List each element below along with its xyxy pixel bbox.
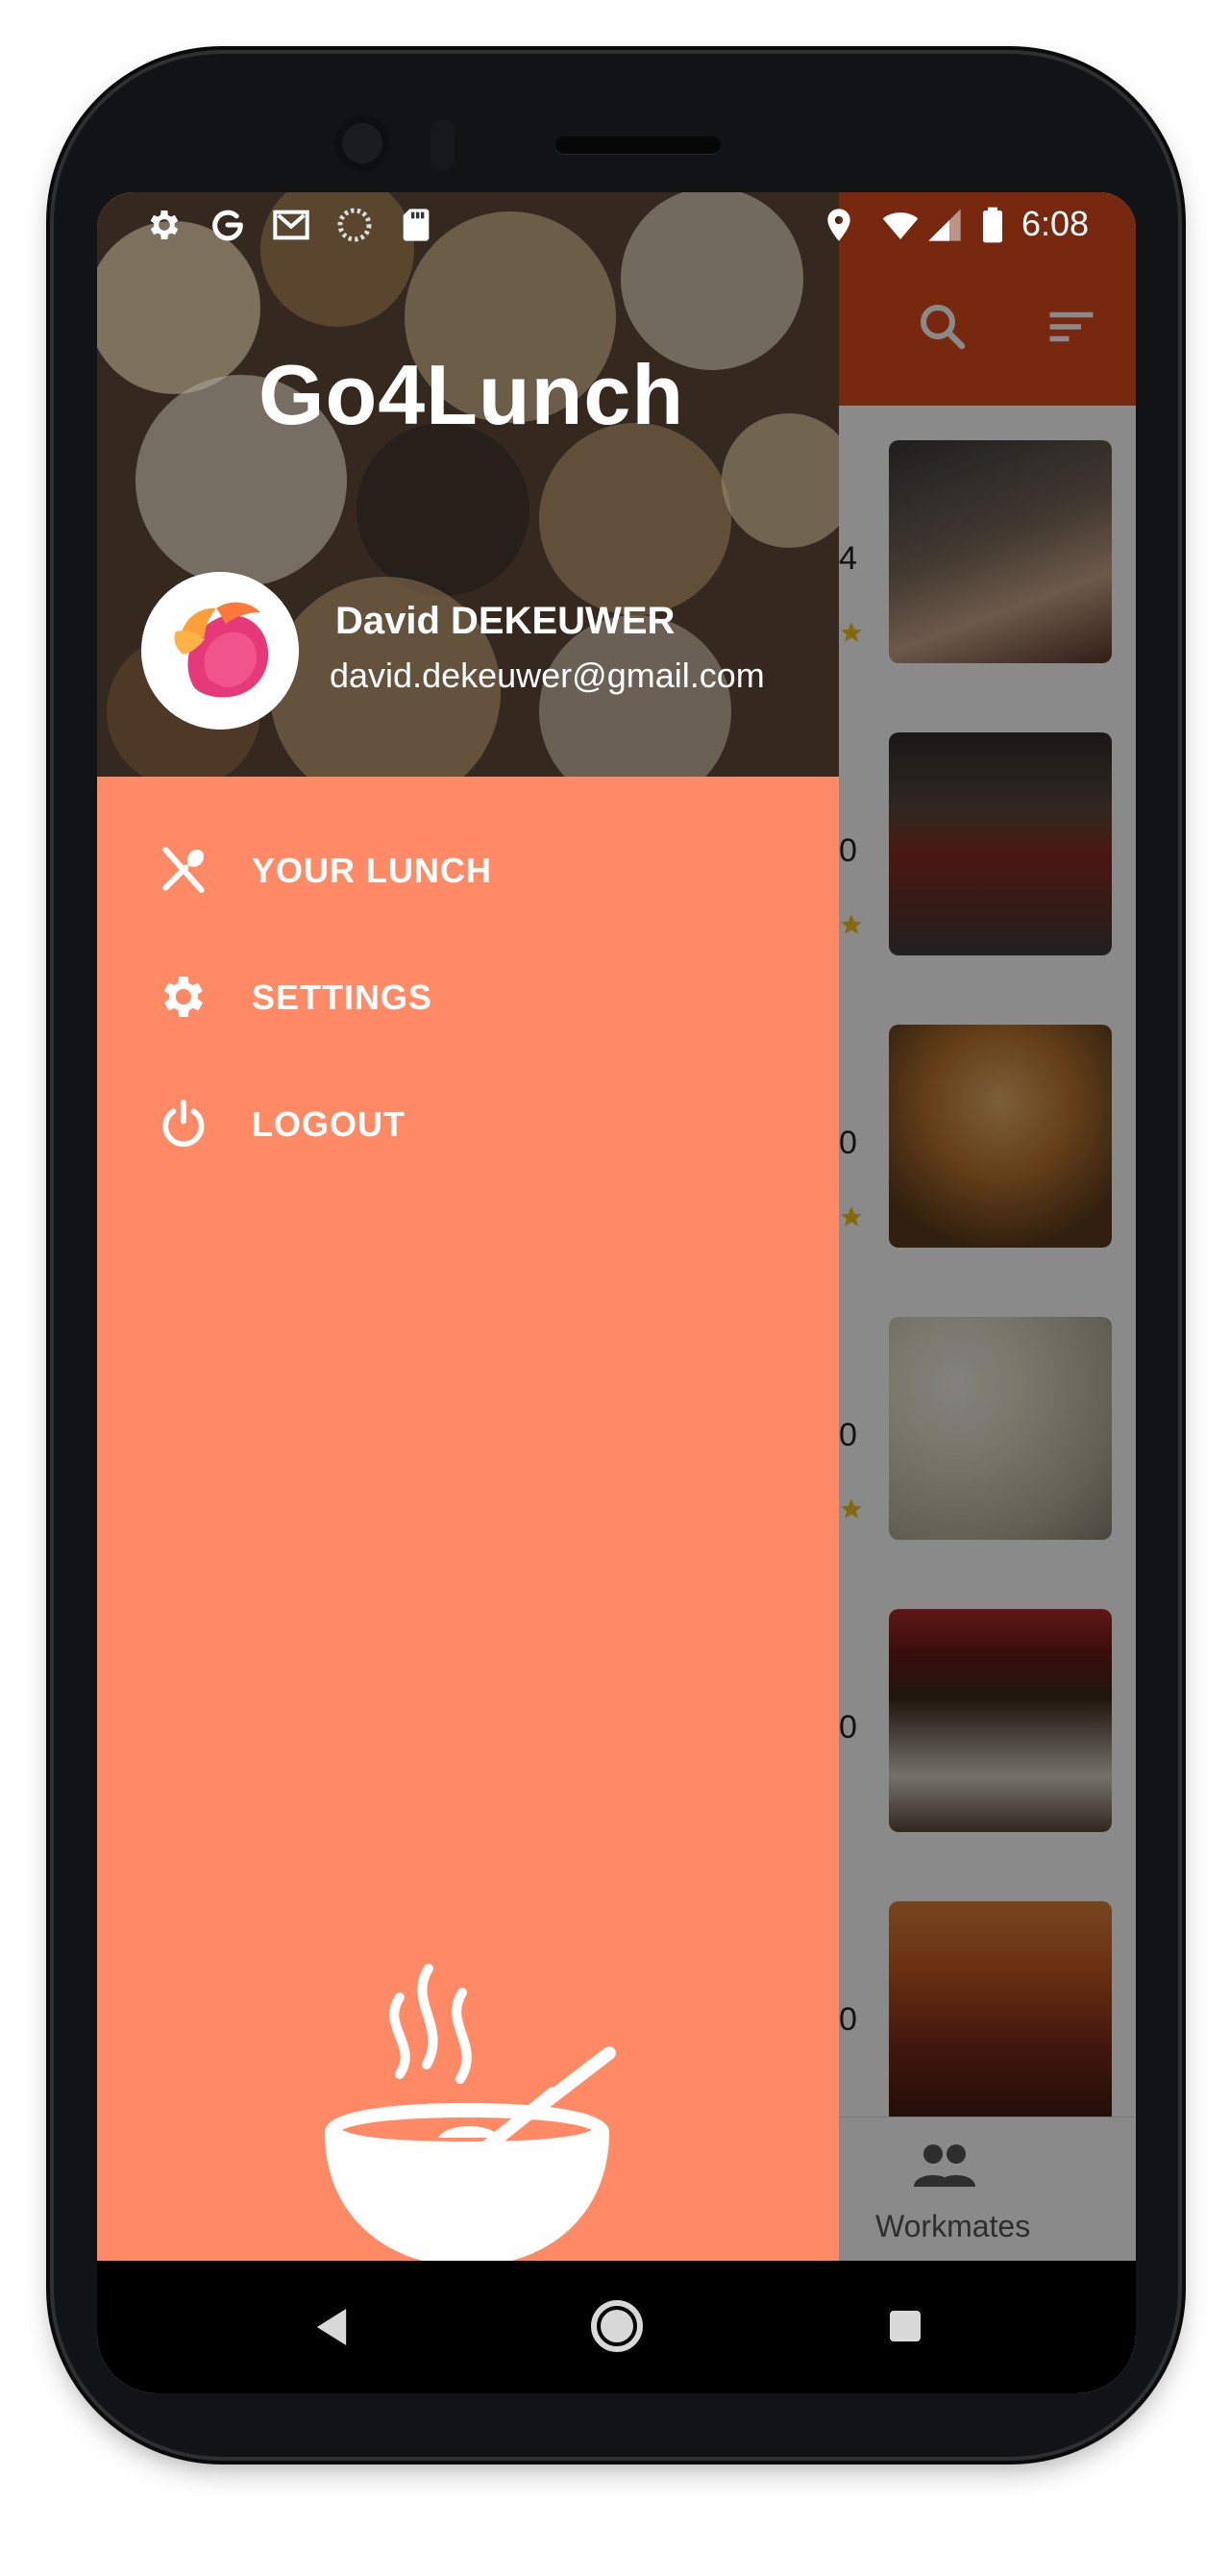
wifi-icon bbox=[882, 212, 919, 239]
app-title: Go4Lunch bbox=[258, 347, 685, 442]
drawer-header: Go4Lunch David DEKEUWER david.dekeuwer@g… bbox=[97, 192, 839, 777]
gear-icon bbox=[163, 977, 204, 1017]
status-bar: 6:08 bbox=[97, 192, 1136, 258]
sd-card-icon bbox=[403, 209, 430, 241]
google-icon bbox=[212, 210, 243, 241]
soup-bowl-logo bbox=[325, 1964, 616, 2266]
status-time: 6:08 bbox=[1021, 204, 1090, 243]
back-icon[interactable] bbox=[313, 2307, 350, 2347]
menu-label: LOGOUT bbox=[252, 1104, 406, 1144]
menu-item-settings[interactable]: SETTINGS bbox=[97, 949, 839, 1045]
gmail-icon bbox=[273, 210, 309, 240]
user-name: David DEKEUWER bbox=[335, 600, 676, 642]
home-icon[interactable] bbox=[590, 2299, 644, 2353]
battery-icon bbox=[983, 207, 1002, 243]
front-camera bbox=[334, 115, 390, 171]
recents-icon[interactable] bbox=[888, 2309, 922, 2343]
lion-avatar-icon bbox=[141, 572, 299, 730]
menu-label: YOUR LUNCH bbox=[252, 851, 492, 890]
menu-item-logout[interactable]: LOGOUT bbox=[97, 1076, 839, 1172]
settings-icon bbox=[150, 211, 179, 239]
fork-knife-icon bbox=[162, 846, 205, 894]
navigation-drawer: Go4Lunch David DEKEUWER david.dekeuwer@g… bbox=[97, 192, 839, 2266]
earpiece-speaker bbox=[555, 136, 721, 154]
system-navigation-bar bbox=[97, 2261, 1136, 2393]
power-icon bbox=[162, 1100, 205, 1147]
location-icon bbox=[827, 209, 850, 241]
screen: 4 0 0 0 0 0 Workmates Go4Lunch David DEK… bbox=[97, 192, 1136, 2393]
avatar[interactable] bbox=[141, 572, 299, 730]
proximity-sensor bbox=[430, 119, 455, 171]
user-email: david.dekeuwer@gmail.com bbox=[330, 656, 765, 695]
signal-icon bbox=[928, 209, 961, 241]
sync-icon bbox=[337, 208, 372, 242]
menu-label: SETTINGS bbox=[252, 978, 433, 1017]
menu-item-your-lunch[interactable]: YOUR LUNCH bbox=[97, 822, 839, 918]
